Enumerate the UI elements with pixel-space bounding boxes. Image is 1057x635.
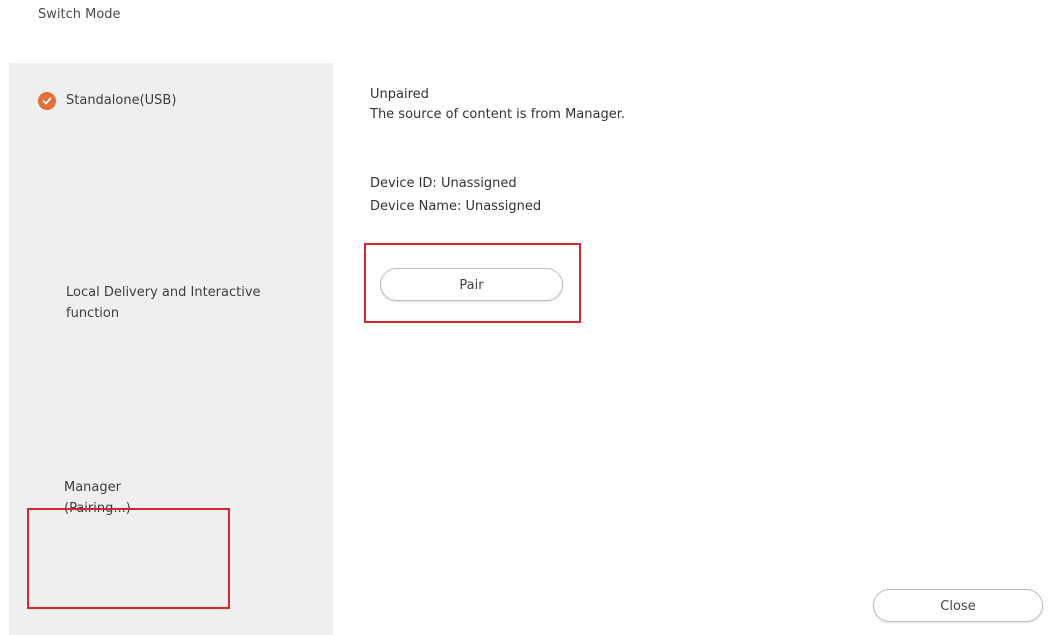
mode-item-label: Manager [64, 480, 121, 495]
manager-highlight-box [27, 508, 230, 609]
mode-item-label: Local Delivery and Interactive function [66, 285, 261, 321]
close-button[interactable]: Close [873, 589, 1043, 622]
window-title: Switch Mode [38, 7, 121, 22]
device-id-text: Device ID: Unassigned [370, 176, 517, 191]
device-name-text: Device Name: Unassigned [370, 199, 542, 214]
check-circle-icon [38, 91, 56, 110]
mode-item-label: Standalone(USB) [66, 93, 177, 108]
mode-item-standalone[interactable]: Standalone(USB) [38, 90, 176, 111]
pairing-status: Unpaired [370, 87, 429, 102]
pair-button[interactable]: Pair [380, 268, 563, 301]
pairing-description: The source of content is from Manager. [370, 107, 626, 122]
mode-item-local-delivery[interactable]: Local Delivery and Interactive function [66, 282, 286, 324]
